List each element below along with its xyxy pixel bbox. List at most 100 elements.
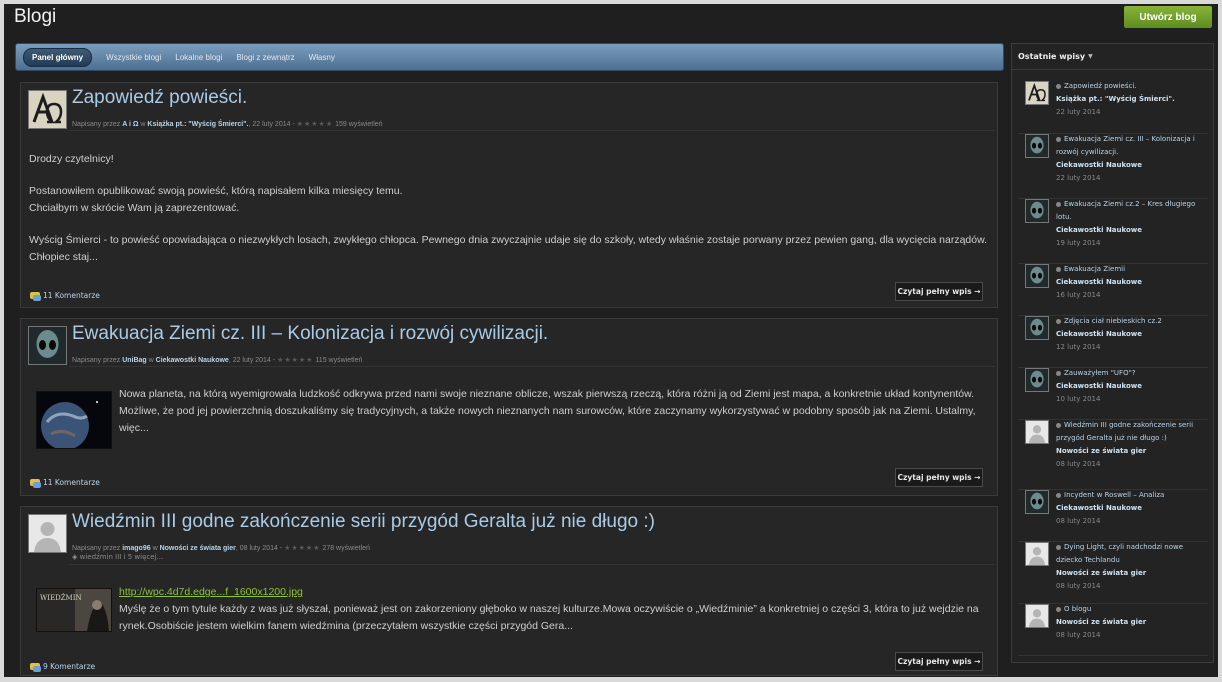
read-more-button[interactable]: Czytaj pełny wpis → (895, 468, 983, 487)
post-author-link[interactable]: imago96 (122, 545, 150, 552)
image-link[interactable]: http://wpc.4d7d.edge...f_1600x1200.jpg (119, 584, 989, 601)
post-excerpt: Drodzy czytelnicy! Postanowiłem opubliko… (29, 153, 988, 263)
post-author-link[interactable]: UniBag (122, 357, 147, 364)
sidebar-post-item[interactable]: Zapowiedź powieści. Książka pt.: "Wyścig … (1018, 81, 1208, 134)
rating-stars[interactable]: ★★★★★ (297, 121, 333, 128)
default-user-icon (1026, 421, 1048, 443)
post-meta: Napisany przez UniBag w Ciekawostki Nauk… (72, 357, 363, 364)
sidebar-post-date: 19 luty 2014 (1056, 239, 1101, 247)
create-blog-button[interactable]: Utwórz blog (1124, 6, 1212, 28)
alien-avatar-icon (1026, 135, 1048, 157)
author-avatar[interactable] (1025, 134, 1049, 158)
sidebar-post-item[interactable]: Ewakuacja Ziemi cz. III – Kolonizacja i … (1018, 134, 1208, 199)
author-avatar[interactable] (1025, 420, 1049, 444)
sidebar-post-item[interactable]: Zdjęcia ciał niebieskich cz.2 Ciekawostki… (1018, 316, 1208, 368)
sidebar-post-category[interactable]: Nowości ze świata gier (1056, 445, 1202, 458)
author-avatar[interactable] (1025, 490, 1049, 514)
sidebar-post-item[interactable]: Ewakuacja Ziemi cz.2 – Kres długiego lot… (1018, 199, 1208, 264)
read-more-button[interactable]: Czytaj pełny wpis → (895, 652, 983, 671)
sidebar-post-date: 16 luty 2014 (1056, 291, 1101, 299)
sidebar-post-text: Zauważyłem "UFO"? Ciekawostki Naukowe 10 l… (1056, 367, 1202, 406)
planet-thumbnail[interactable] (36, 391, 112, 450)
author-avatar[interactable] (1025, 81, 1049, 105)
sidebar-post-item[interactable]: O blogu Nowości ze świata gier 08 luty 201… (1018, 604, 1208, 656)
author-avatar[interactable] (1025, 368, 1049, 392)
sidebar-post-title[interactable]: Wiedźmin III godne zakończenie serii prz… (1056, 419, 1202, 445)
comments-link[interactable]: 11 Komentarze (30, 291, 100, 301)
sidebar-post-title[interactable]: Ewakuacja Ziemii (1056, 263, 1202, 276)
unread-dot-icon (1056, 370, 1061, 376)
author-avatar[interactable] (1025, 264, 1049, 288)
sidebar-post-item[interactable]: Dying Light, czyli nadchodzi nowe dzieck… (1018, 542, 1208, 604)
tab-panel-glowny[interactable]: Panel główny (23, 47, 93, 67)
sidebar-post-title[interactable]: Zauważyłem "UFO"? (1056, 367, 1202, 380)
alien-avatar-icon (1026, 369, 1048, 391)
sidebar-post-date: 22 luty 2014 (1056, 108, 1101, 116)
alpha-omega-logo-icon (1026, 82, 1048, 104)
sidebar-post-category[interactable]: Nowości ze świata gier (1056, 567, 1202, 580)
rating-stars[interactable]: ★★★★★ (284, 545, 320, 552)
sidebar-post-title[interactable]: O blogu (1056, 603, 1202, 616)
sidebar-post-title[interactable]: Dying Light, czyli nadchodzi nowe dzieck… (1056, 541, 1202, 567)
sidebar-post-title[interactable]: Ewakuacja Ziemi cz.2 – Kres długiego lot… (1056, 198, 1202, 224)
author-avatar[interactable] (1025, 316, 1049, 340)
author-avatar[interactable] (28, 326, 67, 365)
unread-dot-icon (1056, 422, 1061, 428)
author-avatar[interactable] (1025, 199, 1049, 223)
post-blog-link[interactable]: Ciekawostki Naukowe (156, 357, 229, 364)
sidebar-post-category[interactable]: Ciekawostki Naukowe (1056, 502, 1202, 515)
sidebar-post-item[interactable]: Incydent w Roswell – Analiza Ciekawostki … (1018, 490, 1208, 542)
witcher-thumbnail[interactable]: WIEDŹMIN (36, 588, 112, 632)
rating-stars[interactable]: ★★★★★ (277, 357, 313, 364)
unread-dot-icon (1056, 544, 1061, 550)
post-blog-link[interactable]: Książka pt.: "Wyścig Śmierci". (147, 121, 248, 128)
default-user-icon (1026, 543, 1048, 565)
sidebar-post-text: Incydent w Roswell – Analiza Ciekawostki … (1056, 489, 1202, 528)
post-title[interactable]: Ewakuacja Ziemi cz. III – Kolonizacja i … (72, 323, 548, 345)
sidebar-post-title[interactable]: Zapowiedź powieści. (1056, 80, 1202, 93)
witcher-thumb-text: WIEDŹMIN (40, 593, 82, 602)
comments-link[interactable]: 9 Komentarze (30, 662, 95, 672)
comments-icon (30, 663, 41, 672)
read-more-button[interactable]: Czytaj pełny wpis → (895, 282, 983, 301)
tab-own-blog[interactable]: Własny (309, 53, 335, 62)
post-title[interactable]: Zapowiedź powieści. (72, 87, 247, 109)
post-meta: Napisany przez imago96 w Nowości ze świa… (72, 545, 370, 552)
sidebar-post-category[interactable]: Ciekawostki Naukowe (1056, 159, 1202, 172)
post-title[interactable]: Wiedźmin III godne zakończenie serii prz… (72, 511, 655, 533)
sidebar-post-item[interactable]: Zauważyłem "UFO"? Ciekawostki Naukowe 10 l… (1018, 368, 1208, 420)
sidebar-post-title[interactable]: Ewakuacja Ziemi cz. III – Kolonizacja i … (1056, 133, 1202, 159)
sidebar-post-title[interactable]: Incydent w Roswell – Analiza (1056, 489, 1202, 502)
author-avatar[interactable] (28, 514, 67, 553)
tab-local-blogs[interactable]: Lokalne blogi (175, 53, 222, 62)
unread-dot-icon (1056, 136, 1061, 142)
tab-external-blogs[interactable]: Blogi z zewnątrz (236, 53, 294, 62)
chevron-down-icon: ▼ (1088, 53, 1093, 60)
sidebar-post-text: Ewakuacja Ziemi cz. III – Kolonizacja i … (1056, 133, 1202, 185)
sidebar-post-category[interactable]: Nowości ze świata gier (1056, 616, 1202, 629)
author-avatar[interactable] (1025, 604, 1049, 628)
sidebar-post-item[interactable]: Ewakuacja Ziemii Ciekawostki Naukowe 16 lu… (1018, 264, 1208, 316)
post-tags[interactable]: ◈ wiedźmin III i 5 więcej... (72, 553, 163, 561)
sidebar-post-category[interactable]: Ciekawostki Naukowe (1056, 224, 1202, 237)
sidebar-post-text: Wiedźmin III godne zakończenie serii prz… (1056, 419, 1202, 471)
post-author-link[interactable]: A i Ω (122, 121, 138, 128)
sidebar-post-category[interactable]: Ciekawostki Naukowe (1056, 380, 1202, 393)
post-blog-link[interactable]: Nowości ze świata gier (160, 545, 236, 552)
comments-link[interactable]: 11 Komentarze (30, 478, 100, 488)
sidebar-post-item[interactable]: Wiedźmin III godne zakończenie serii prz… (1018, 420, 1208, 490)
default-user-icon (29, 515, 66, 552)
sidebar-post-category[interactable]: Ciekawostki Naukowe (1056, 328, 1202, 341)
tab-all-blogs[interactable]: Wszystkie blogi (106, 53, 161, 62)
sidebar-post-title[interactable]: Zdjęcia ciał niebieskich cz.2 (1056, 315, 1202, 328)
sidebar-post-text: Ewakuacja Ziemi cz.2 – Kres długiego lot… (1056, 198, 1202, 250)
recent-posts-sidebar: Ostatnie wpisy ▼ Zapowiedź powieści. Książ… (1011, 43, 1214, 663)
sidebar-header[interactable]: Ostatnie wpisy ▼ (1012, 44, 1213, 70)
sidebar-post-category[interactable]: Książka pt.: "Wyścig Śmierci". (1056, 93, 1202, 106)
author-avatar[interactable] (1025, 542, 1049, 566)
tag-icon: ◈ (72, 553, 78, 561)
alien-avatar-icon (1026, 317, 1048, 339)
author-avatar[interactable] (28, 90, 67, 129)
sidebar-post-category[interactable]: Ciekawostki Naukowe (1056, 276, 1202, 289)
unread-dot-icon (1056, 201, 1061, 207)
